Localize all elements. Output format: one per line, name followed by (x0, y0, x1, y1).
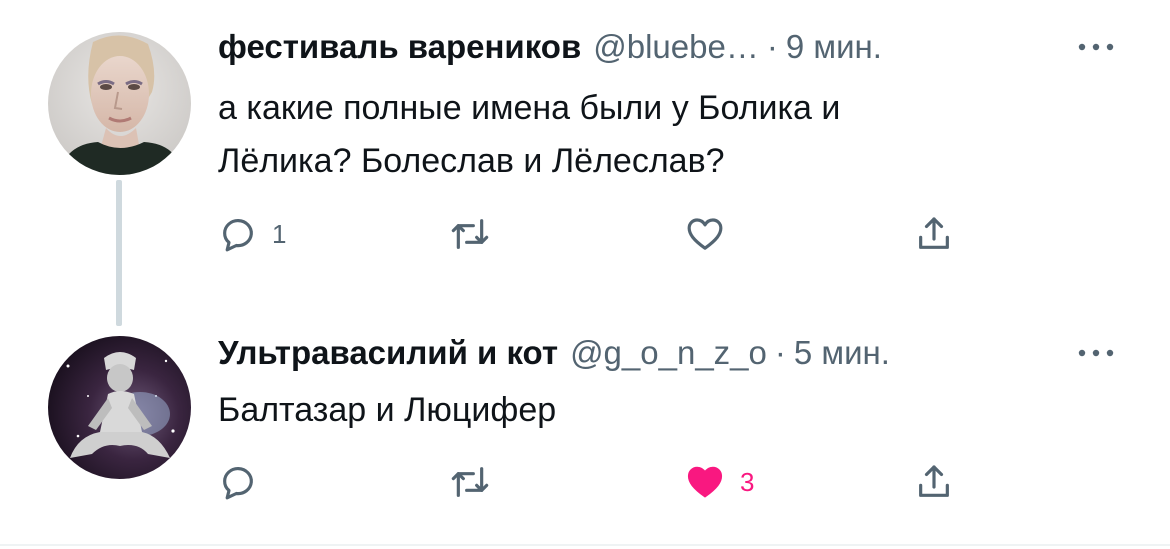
separator-dot: · (774, 334, 786, 371)
retweet-arrows-icon (451, 467, 489, 497)
avatar[interactable] (48, 336, 191, 479)
reply-button[interactable] (218, 458, 258, 506)
thread-connector-line (116, 180, 122, 326)
like-count: 3 (740, 466, 755, 497)
tweet-text-line: Лёлика? Болеслав и Лёлеслав? (218, 142, 725, 180)
cosmic-figure-avatar-icon (48, 336, 191, 479)
tweet-text: Балтазар и Люцифер (218, 384, 1078, 437)
like-button[interactable] (684, 210, 726, 258)
avatar[interactable] (48, 32, 191, 175)
heart-icon (687, 466, 723, 498)
more-options-button[interactable] (1072, 333, 1120, 373)
author-name[interactable]: фестиваль вареников (218, 27, 581, 67)
ellipsis-icon (1078, 349, 1114, 357)
speech-bubble-icon (223, 219, 253, 252)
retweet-button[interactable] (450, 458, 490, 506)
share-upload-icon (919, 217, 949, 249)
action-bar: 1 (218, 210, 978, 258)
share-upload-icon (919, 465, 949, 497)
share-button[interactable] (914, 210, 954, 258)
tweet-header: фестиваль вареников @bluebe… · 9 мин. (218, 27, 882, 67)
retweet-arrows-icon (451, 219, 489, 249)
share-button[interactable] (914, 458, 954, 506)
author-handle[interactable]: @bluebe… (593, 27, 759, 67)
reply-button[interactable]: 1 (218, 210, 286, 258)
author-handle[interactable]: @g_o_n_z_o (570, 333, 767, 373)
tweet-header: Ультравасилий и кот @g_o_n_z_o · 5 мин. (218, 333, 890, 373)
more-options-button[interactable] (1072, 27, 1120, 67)
author-name[interactable]: Ультравасилий и кот (218, 333, 558, 373)
woman-portrait-avatar-icon (48, 32, 191, 175)
like-button[interactable]: 3 (684, 458, 754, 506)
timestamp[interactable]: 9 мин. (786, 27, 882, 67)
tweet-2[interactable]: Ультравасилий и кот @g_o_n_z_o · 5 мин. … (0, 310, 1170, 545)
ellipsis-icon (1078, 43, 1114, 51)
separator-dot: · (766, 28, 778, 65)
tweet-text: а какие полные имена были у Болика и Лёл… (218, 82, 1078, 188)
heart-icon (687, 218, 723, 250)
bottom-divider (0, 544, 1170, 546)
timestamp[interactable]: 5 мин. (794, 333, 890, 373)
reply-count: 1 (272, 218, 287, 249)
action-bar: 3 (218, 458, 978, 506)
retweet-button[interactable] (450, 210, 490, 258)
speech-bubble-icon (223, 467, 253, 500)
tweet-1[interactable]: фестиваль вареников @bluebe… · 9 мин. а … (0, 0, 1170, 326)
tweet-text-line: а какие полные имена были у Болика и (218, 89, 841, 127)
tweet-text-line: Балтазар и Люцифер (218, 391, 557, 429)
